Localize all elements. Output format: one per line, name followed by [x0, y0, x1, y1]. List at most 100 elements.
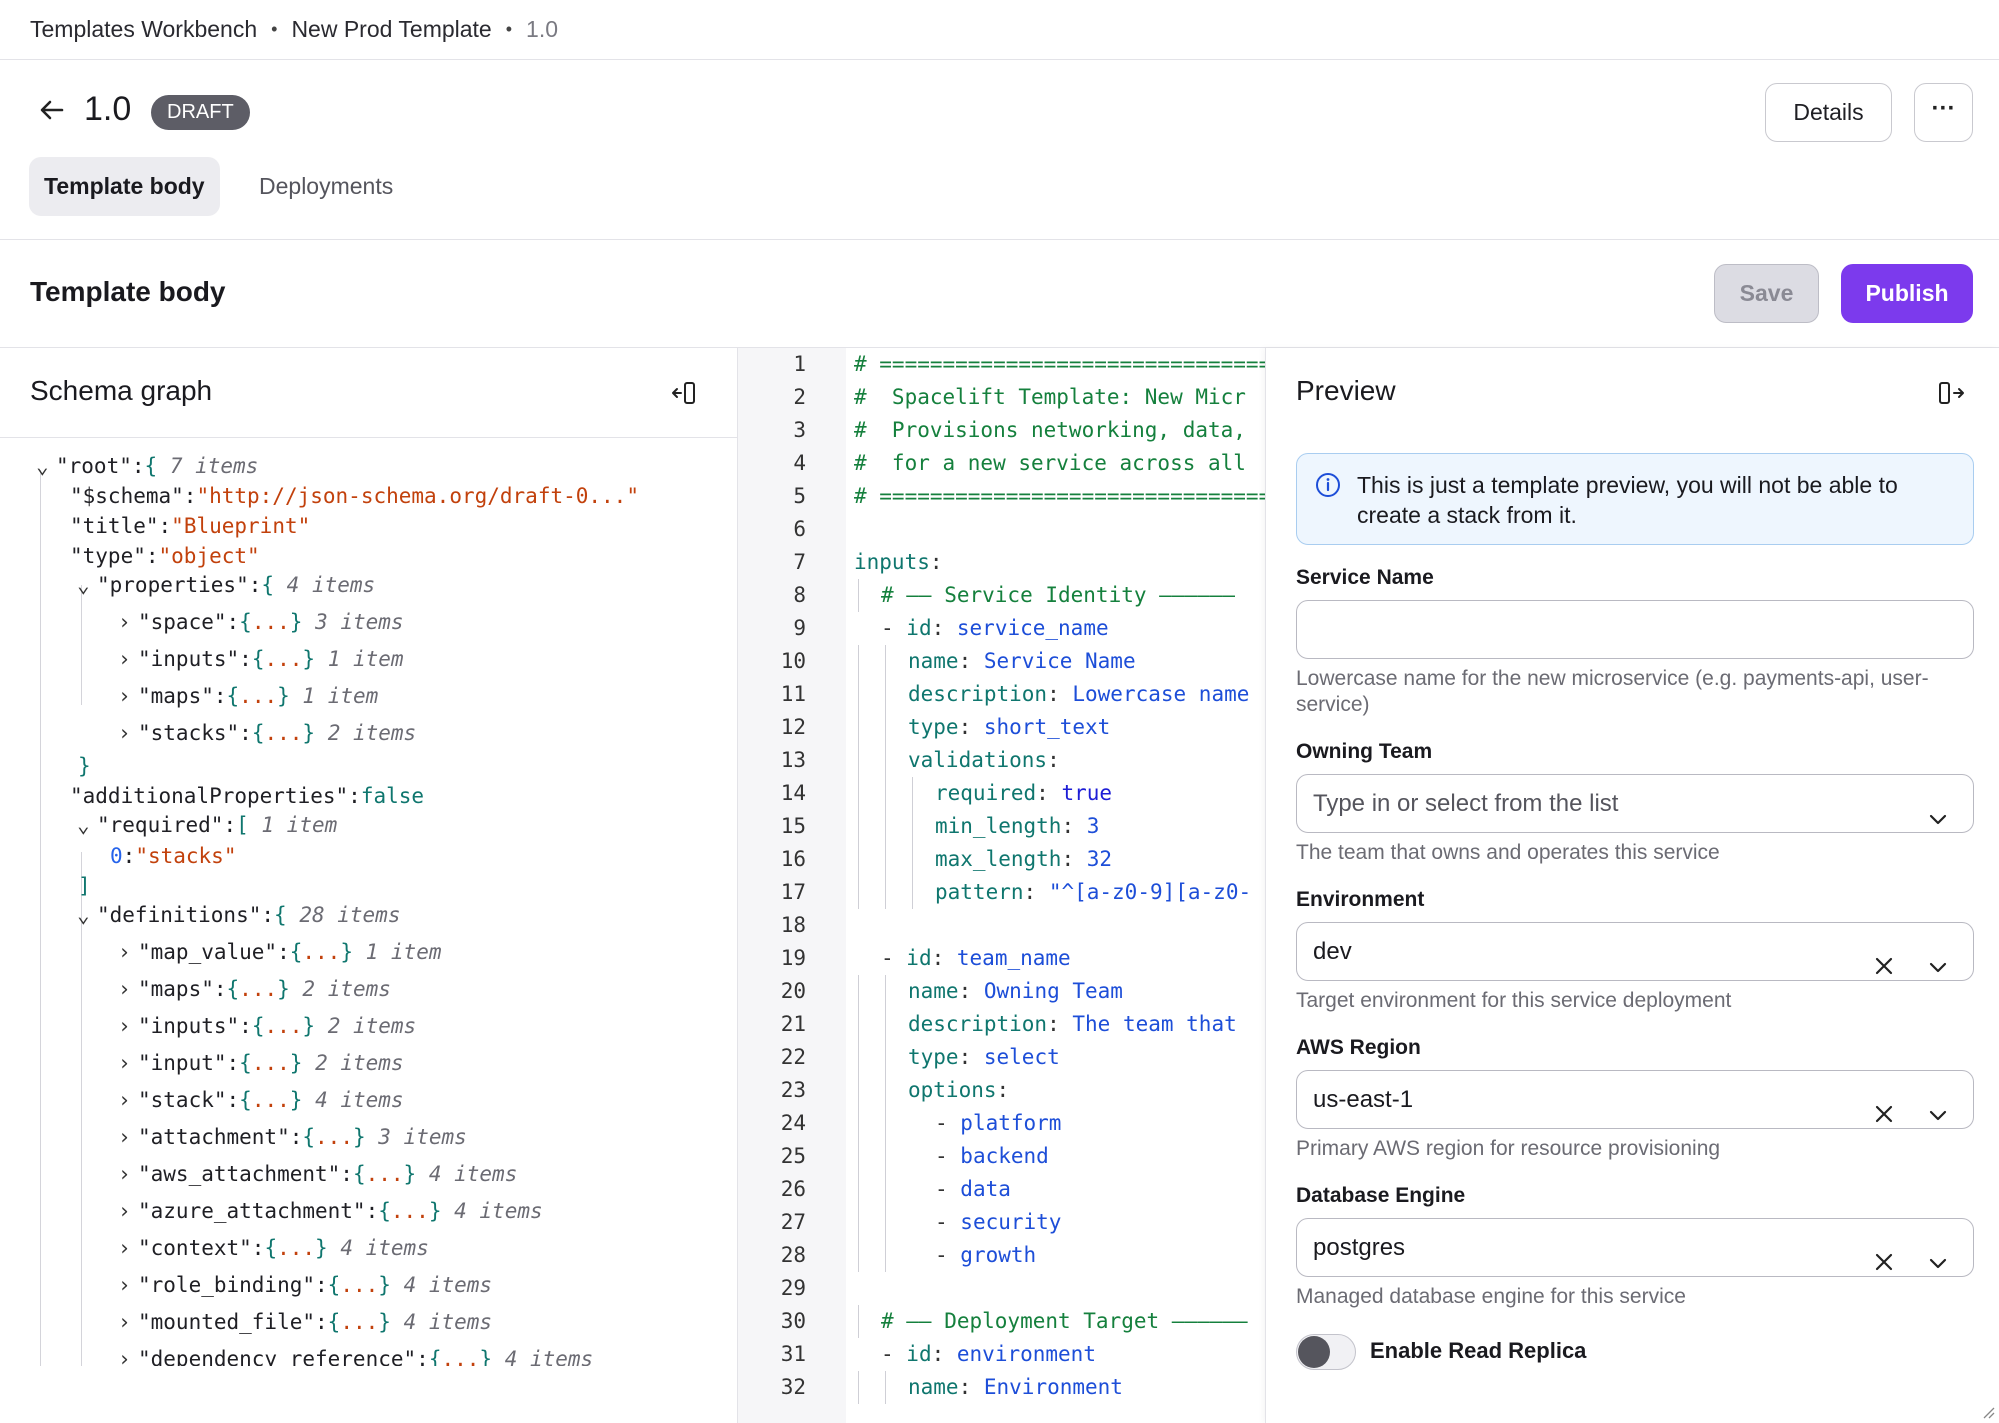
line-number: 9: [793, 616, 806, 640]
code-line[interactable]: 16 max_length: 32: [738, 843, 1265, 876]
line-number: 23: [780, 1078, 806, 1102]
tree-node-def-azure-attachment[interactable]: › "azure_attachment":{...} 4 items: [118, 1197, 543, 1225]
collapse-panel-icon[interactable]: [670, 378, 700, 408]
chevron-right-icon: ›: [118, 1310, 131, 1334]
code-token: name: [908, 649, 959, 673]
clear-icon[interactable]: [1873, 941, 1895, 975]
code-line[interactable]: 9 - id: service_name: [738, 612, 1265, 645]
code-token: :: [958, 649, 984, 673]
chevron-down-icon[interactable]: [1927, 1090, 1949, 1121]
indent-guide: [858, 1305, 859, 1338]
publish-button[interactable]: Publish: [1841, 264, 1973, 323]
more-options-button[interactable]: ···: [1914, 83, 1973, 142]
tree-node-def-input[interactable]: › "input":{...} 2 items: [118, 1049, 404, 1077]
read-replica-toggle[interactable]: [1296, 1334, 1356, 1370]
code-line[interactable]: 7 inputs:: [738, 546, 1265, 579]
code-line[interactable]: 4 # for a new service across all: [738, 447, 1265, 480]
code-line[interactable]: 24 - platform: [738, 1107, 1265, 1140]
indent-guide: [858, 843, 859, 876]
code-editor[interactable]: 1 # ================================ 2 # Sp…: [738, 348, 1265, 1423]
indent-guide: [858, 975, 859, 1008]
environment-select[interactable]: dev: [1296, 922, 1974, 981]
aws-region-select[interactable]: us-east-1: [1296, 1070, 1974, 1129]
code-line[interactable]: 5 # ================================: [738, 480, 1265, 513]
owning-team-select[interactable]: Type in or select from the list: [1296, 774, 1974, 833]
read-replica-label: Enable Read Replica: [1370, 1338, 1587, 1363]
save-button[interactable]: Save: [1714, 264, 1819, 323]
tree-node-def-dependency-reference[interactable]: › "dependency_reference":{...} 4 items: [118, 1345, 593, 1366]
code-line[interactable]: 22 type: select: [738, 1041, 1265, 1074]
code-token: environment: [956, 1342, 1096, 1366]
chevron-down-icon[interactable]: [1927, 1238, 1949, 1269]
code-text: pattern: "^[a-z0-9][a-z0-: [935, 876, 1251, 909]
tree-node-def-stack[interactable]: › "stack":{...} 4 items: [118, 1086, 404, 1114]
code-line[interactable]: 25 - backend: [738, 1140, 1265, 1173]
back-arrow-icon[interactable]: [38, 96, 68, 126]
database-engine-select[interactable]: postgres: [1296, 1218, 1974, 1277]
tree-node-def-inputs[interactable]: › "inputs":{...} 2 items: [118, 1012, 416, 1040]
tree-node-required[interactable]: ⌄ "required":[ 1 item: [77, 811, 337, 839]
code-line[interactable]: 13 validations:: [738, 744, 1265, 777]
tree-node-stacks[interactable]: › "stacks":{...} 2 items: [118, 719, 416, 747]
tree-node-maps[interactable]: › "maps":{...} 1 item: [118, 682, 378, 710]
code-line[interactable]: 1 # ================================: [738, 348, 1265, 381]
chevron-down-icon[interactable]: [1927, 794, 1949, 825]
tree-node-inputs[interactable]: › "inputs":{...} 1 item: [118, 645, 404, 673]
code-line[interactable]: 6: [738, 513, 1265, 546]
clear-icon[interactable]: [1873, 1089, 1895, 1123]
breadcrumb-item-template[interactable]: New Prod Template: [291, 16, 491, 43]
tree-node-root[interactable]: ⌄ "root":{ 7 items: [36, 452, 258, 480]
tree-node-def-mounted-file[interactable]: › "mounted_file":{...} 4 items: [118, 1308, 492, 1336]
code-line[interactable]: 26 - data: [738, 1173, 1265, 1206]
tree-node-def-aws-attachment[interactable]: › "aws_attachment":{...} 4 items: [118, 1160, 517, 1188]
tab-deployments[interactable]: Deployments: [244, 157, 408, 216]
code-line[interactable]: 21 description: The team that: [738, 1008, 1265, 1041]
code-text: - id: environment: [881, 1338, 1096, 1371]
code-line[interactable]: 3 # Provisions networking, data,: [738, 414, 1265, 447]
indent-guide: [885, 1173, 886, 1206]
code-line[interactable]: 10 name: Service Name: [738, 645, 1265, 678]
chevron-down-icon[interactable]: [1927, 942, 1949, 973]
tree-node-def-maps[interactable]: › "maps":{...} 2 items: [118, 975, 391, 1003]
tree-node-def-role-binding[interactable]: › "role_binding":{...} 4 items: [118, 1271, 492, 1299]
service-name-input[interactable]: [1296, 600, 1974, 659]
code-line[interactable]: 20 name: Owning Team: [738, 975, 1265, 1008]
code-line[interactable]: 19 - id: team_name: [738, 942, 1265, 975]
expand-panel-icon[interactable]: [1936, 378, 1966, 408]
line-number: 29: [780, 1276, 806, 1300]
resize-grip-icon[interactable]: [1981, 1405, 1995, 1419]
tree-node-map-value[interactable]: › "map_value":{...} 1 item: [118, 938, 441, 966]
code-line[interactable]: 28 - growth: [738, 1239, 1265, 1272]
code-line[interactable]: 31 - id: environment: [738, 1338, 1265, 1371]
code-line[interactable]: 29: [738, 1272, 1265, 1305]
breadcrumb-item-templates-workbench[interactable]: Templates Workbench: [30, 16, 257, 43]
code-token: inputs: [854, 550, 930, 574]
code-line[interactable]: 15 min_length: 3: [738, 810, 1265, 843]
indent-guide: [858, 1206, 859, 1239]
tree-node-definitions[interactable]: ⌄ "definitions":{ 28 items: [77, 901, 400, 929]
code-line[interactable]: 30 # —— Deployment Target ——————: [738, 1305, 1265, 1338]
code-text: type: short_text: [908, 711, 1110, 744]
details-button[interactable]: Details: [1765, 83, 1892, 142]
code-line[interactable]: 23 options:: [738, 1074, 1265, 1107]
clear-icon[interactable]: [1873, 1237, 1895, 1271]
code-line[interactable]: 8 # —— Service Identity ——————: [738, 579, 1265, 612]
tree-node-space[interactable]: › "space":{...} 3 items: [118, 608, 404, 636]
code-token: options: [908, 1078, 997, 1102]
tab-template-body[interactable]: Template body: [29, 157, 220, 216]
line-number: 30: [780, 1309, 806, 1333]
tree-node-def-attachment[interactable]: › "attachment":{...} 3 items: [118, 1123, 467, 1151]
code-line[interactable]: 32 name: Environment: [738, 1371, 1265, 1404]
code-line[interactable]: 17 pattern: "^[a-z0-9][a-z0-: [738, 876, 1265, 909]
indent-guide: [885, 645, 886, 678]
code-line[interactable]: 11 description: Lowercase name: [738, 678, 1265, 711]
indent-guide: [885, 711, 886, 744]
code-line[interactable]: 2 # Spacelift Template: New Micr: [738, 381, 1265, 414]
code-line[interactable]: 18: [738, 909, 1265, 942]
tree-node-def-context[interactable]: › "context":{...} 4 items: [118, 1234, 429, 1262]
code-text: - backend: [935, 1140, 1049, 1173]
code-line[interactable]: 27 - security: [738, 1206, 1265, 1239]
code-line[interactable]: 14 required: true: [738, 777, 1265, 810]
code-line[interactable]: 12 type: short_text: [738, 711, 1265, 744]
tree-node-properties[interactable]: ⌄ "properties":{ 4 items: [77, 571, 375, 599]
